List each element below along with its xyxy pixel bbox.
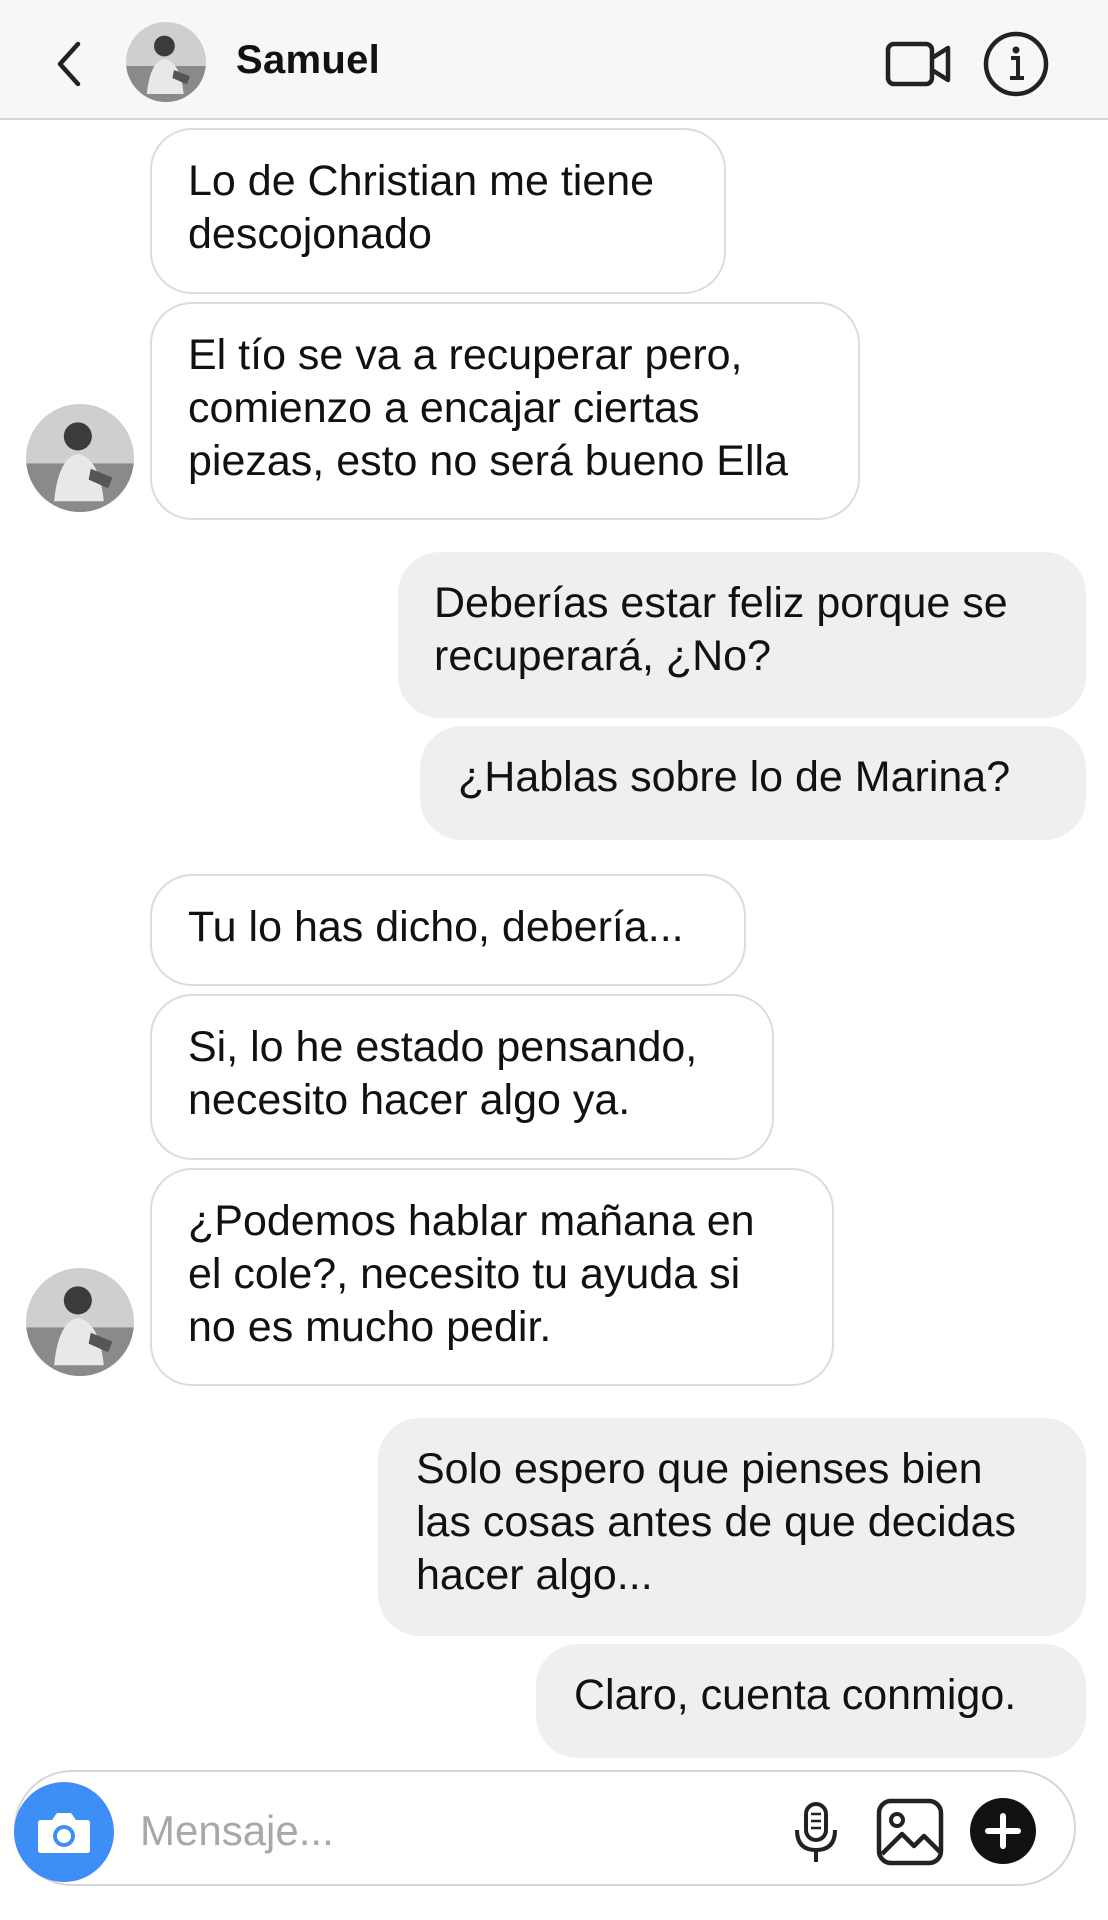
contact-avatar[interactable] [26, 404, 134, 512]
message-bubble-outgoing[interactable]: Deberías estar feliz porque se recuperar… [398, 552, 1086, 718]
chat-header: Samuel [0, 0, 1108, 120]
info-icon [983, 31, 1049, 97]
microphone-icon [795, 1802, 837, 1862]
camera-button[interactable] [14, 1782, 114, 1882]
back-button[interactable] [48, 36, 96, 92]
message-bubble-incoming[interactable]: El tío se va a recuperar pero, comienzo … [150, 302, 860, 520]
camera-icon [38, 1813, 90, 1853]
video-camera-icon [885, 41, 951, 87]
message-bubble-outgoing[interactable]: Solo espero que pienses bien las cosas a… [378, 1418, 1086, 1636]
message-bubble-outgoing[interactable]: ¿Hablas sobre lo de Marina? [420, 726, 1086, 840]
contact-name[interactable]: Samuel [236, 38, 380, 83]
gallery-button[interactable] [874, 1796, 946, 1868]
message-bubble-incoming[interactable]: ¿Podemos hablar mañana en el cole?, nece… [150, 1168, 834, 1386]
video-call-button[interactable] [884, 36, 954, 92]
message-bubble-incoming[interactable]: Si, lo he estado pensando, necesito hace… [150, 994, 774, 1160]
contact-avatar[interactable] [126, 22, 206, 102]
gallery-icon [876, 1798, 944, 1866]
message-bubble-incoming[interactable]: Lo de Christian me tiene descojonado [150, 128, 726, 294]
message-input[interactable] [138, 1795, 662, 1867]
chevron-left-icon [57, 41, 81, 87]
contact-avatar[interactable] [26, 1268, 134, 1376]
info-button[interactable] [982, 30, 1050, 98]
message-bubble-outgoing[interactable]: Claro, cuenta conmigo. [536, 1644, 1086, 1758]
plus-icon [985, 1813, 1021, 1849]
add-button[interactable] [970, 1798, 1036, 1864]
microphone-button[interactable] [790, 1800, 842, 1866]
message-bubble-incoming[interactable]: Tu lo has dicho, debería... [150, 874, 746, 986]
